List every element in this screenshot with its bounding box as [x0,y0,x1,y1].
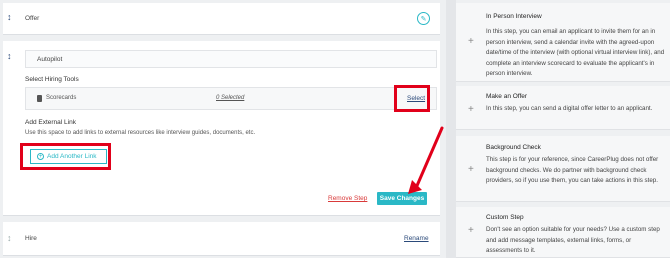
document-icon [37,95,42,102]
external-link-help: Use this space to add links to external … [25,130,256,136]
add-step-plus-icon[interactable]: + [468,36,474,47]
stage-title-offer: Offer [25,15,40,22]
stage-title-autopilot: Autopilot [37,56,63,63]
panel-divider [446,0,456,258]
annotation-arrow [408,126,444,194]
step-option-description: Don't see an option suitable for your ne… [486,226,660,254]
stage-card-offer: ↕ Offer ✎ [3,3,440,35]
drag-handle-icon[interactable]: ↕ [7,12,12,22]
step-option-title: Background Check [486,144,541,151]
stage-card-autopilot: ↕ Autopilot Select Hiring Tools Scorecar… [3,41,440,216]
step-option-in-person-interview[interactable]: + In Person Interview In this step, you … [456,3,670,82]
step-option-background-check[interactable]: + Background Check This step is for your… [456,136,670,202]
drag-handle-icon[interactable]: ↕ [7,51,12,61]
step-options-sidebar: + In Person Interview In this step, you … [456,0,670,258]
scorecards-label: Scorecards [46,95,77,101]
edit-pencil-icon[interactable]: ✎ [417,12,430,25]
highlight-select [394,85,430,112]
scorecards-row: Scorecards 0 Selected Select [25,87,437,110]
stages-panel: ↕ Offer ✎ ↕ Autopilot Select Hiring Tool… [0,0,446,258]
rename-link[interactable]: Rename [404,235,429,242]
scorecards-selected-count: 0 Selected [216,95,245,101]
stage-title-hire: Hire [25,235,37,242]
step-option-make-offer[interactable]: + Make an Offer In this step, you can se… [456,86,670,130]
drag-handle-icon[interactable]: ↕ [7,233,12,243]
step-option-description: In this step, you can send a digital off… [486,105,653,112]
step-option-custom-step[interactable]: + Custom Step Don't see an option suitab… [456,207,670,258]
stage-card-hire: ↕ Hire Rename [3,222,440,256]
add-step-plus-icon[interactable]: + [468,225,474,236]
step-option-description: In this step, you can email an applicant… [486,28,665,77]
remove-step-link[interactable]: Remove Step [328,195,367,202]
step-option-title: Custom Step [486,214,524,221]
step-option-title: Make an Offer [486,93,528,100]
step-option-description: This step is for your reference, since C… [486,156,659,184]
add-step-plus-icon[interactable]: + [468,164,474,175]
highlight-add-link [20,143,111,170]
step-option-title: In Person Interview [486,13,542,20]
add-step-plus-icon[interactable]: + [468,104,474,115]
external-link-heading: Add External Link [25,119,76,126]
stage-name-field[interactable]: Autopilot [25,50,437,68]
hiring-tools-heading: Select Hiring Tools [25,76,79,83]
